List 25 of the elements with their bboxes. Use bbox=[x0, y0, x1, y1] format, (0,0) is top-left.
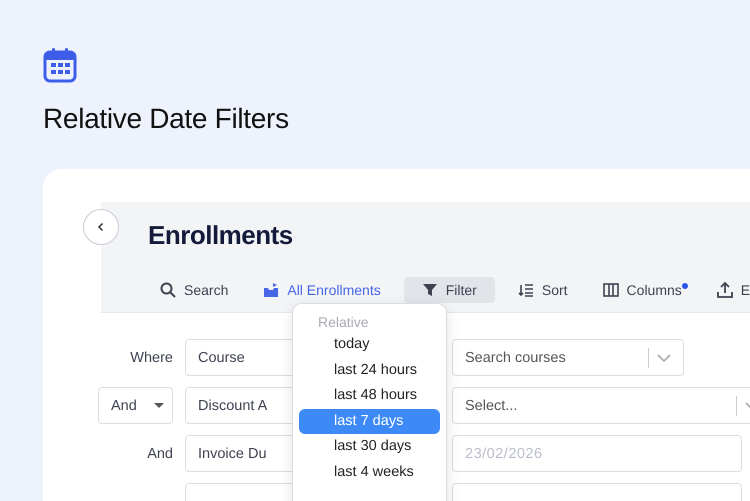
value-field[interactable]: Select... bbox=[452, 387, 750, 424]
filter-label: And bbox=[147, 446, 173, 462]
filter-icon bbox=[422, 282, 438, 298]
upload-icon bbox=[716, 282, 733, 298]
panel-title: Enrollments bbox=[148, 220, 294, 251]
toolbar-button[interactable]: Filter bbox=[404, 277, 495, 303]
calendar-icon bbox=[43, 47, 77, 83]
toolbar-button[interactable]: Sort bbox=[506, 277, 580, 303]
inbox-icon bbox=[263, 282, 280, 298]
toolbar-button[interactable]: All Enrollments bbox=[251, 277, 393, 303]
caret-icon bbox=[154, 403, 164, 408]
page-title: Relative Date Filters bbox=[43, 103, 290, 135]
search-icon bbox=[160, 282, 176, 298]
toolbar-button[interactable]: Columns bbox=[590, 277, 694, 303]
toolbar-button[interactable]: Search bbox=[148, 277, 240, 303]
connector-select[interactable]: And bbox=[98, 387, 173, 424]
filter-label: Where bbox=[130, 350, 173, 366]
menu-header: Relative bbox=[317, 314, 370, 330]
toolbar-button[interactable]: E bbox=[704, 277, 750, 303]
back-button[interactable] bbox=[83, 209, 119, 245]
value-field[interactable]: Search courses bbox=[452, 339, 684, 376]
chevron-left-icon bbox=[96, 222, 106, 232]
columns-icon bbox=[602, 282, 619, 298]
sort-icon bbox=[518, 282, 534, 298]
chevron-down-icon bbox=[657, 354, 671, 362]
